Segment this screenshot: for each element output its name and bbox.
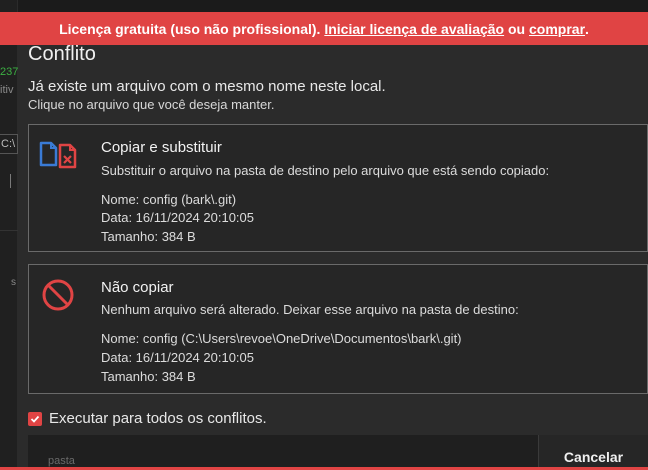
background-bottom-fragment: pasta — [48, 455, 75, 467]
cancel-button[interactable]: Cancelar — [538, 435, 648, 470]
banner-text: Licença gratuita (uso não profissional). — [59, 20, 325, 37]
start-trial-link[interactable]: Iniciar licença de avaliação — [324, 21, 504, 37]
license-banner: Licença gratuita (uso não profissional).… — [0, 12, 648, 45]
file-size: Tamanho: 384 B — [101, 369, 196, 384]
apply-to-all-checkbox[interactable]: Executar para todos os conflitos. — [28, 410, 267, 427]
apply-to-all-label: Executar para todos os conflitos. — [49, 410, 267, 427]
banner-end-text: . — [585, 20, 589, 37]
no-copy-icon — [39, 278, 83, 311]
option-description: Substituir o arquivo na pasta de destino… — [101, 163, 550, 178]
conflict-message: Já existe um arquivo com o mesmo nome ne… — [28, 78, 386, 95]
do-not-copy-option[interactable]: Não copiar Nenhum arquivo será alterado.… — [28, 264, 648, 394]
background-separator — [0, 230, 18, 231]
background-label-fragment: itiv — [0, 84, 14, 96]
copy-replace-icon — [39, 139, 83, 169]
background-path-field: C:\ — [0, 134, 18, 154]
option-title: Não copiar — [101, 279, 174, 296]
banner-or-text: ou — [504, 20, 529, 37]
file-name: Nome: config (C:\Users\revoe\OneDrive\Do… — [101, 331, 462, 346]
file-date: Data: 16/11/2024 20:10:05 — [101, 350, 254, 365]
conflict-instruction: Clique no arquivo que você deseja manter… — [28, 97, 275, 112]
file-date: Data: 16/11/2024 20:10:05 — [101, 210, 254, 225]
dialog-title: Conflito — [28, 43, 96, 65]
file-name: Nome: config (bark\.git) — [101, 192, 237, 207]
background-divider — [10, 174, 11, 188]
background-count-fragment: 237 — [0, 66, 19, 78]
option-description: Nenhum arquivo será alterado. Deixar ess… — [101, 302, 519, 317]
checkbox-checked-icon — [28, 411, 42, 426]
background-side-fragment: s — [11, 277, 16, 288]
file-size: Tamanho: 384 B — [101, 229, 196, 244]
dialog-footer: Cancelar — [28, 435, 648, 470]
window-top-strip — [0, 0, 648, 12]
buy-link[interactable]: comprar — [529, 21, 585, 37]
option-title: Copiar e substituir — [101, 139, 222, 156]
conflict-dialog: Conflito Já existe um arquivo com o mesm… — [18, 30, 648, 470]
copy-and-replace-option[interactable]: Copiar e substituir Substituir o arquivo… — [28, 124, 648, 252]
background-app-panel: 237 itiv C:\ s — [0, 0, 18, 470]
